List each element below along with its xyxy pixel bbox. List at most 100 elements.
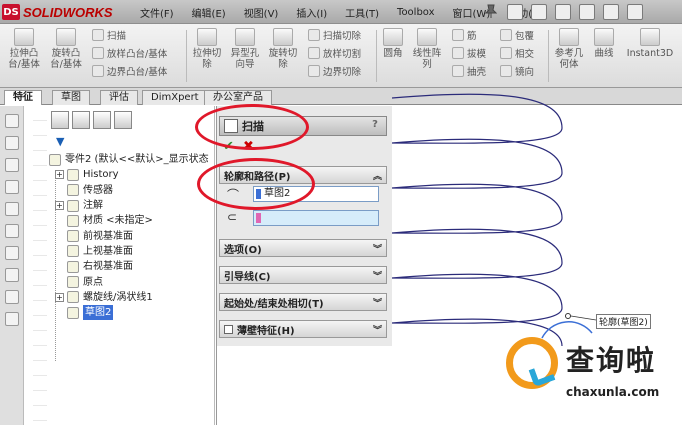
boundary-boss-button[interactable]: 边界凸台/基体 [92, 63, 167, 78]
expand-icon[interactable]: ︾ [373, 323, 382, 336]
menu-view[interactable]: 视图(V) [244, 5, 279, 20]
profile-field[interactable]: 草图2 [253, 186, 379, 202]
section-label: 起始处/结束处相切(T) [224, 298, 324, 310]
hole-wizard-button[interactable]: 异型孔 向导 [228, 28, 262, 70]
expand-icon[interactable]: ︾ [373, 269, 382, 282]
shell-icon [452, 64, 464, 77]
tree-item-top-plane[interactable]: 上视基准面 [67, 244, 209, 259]
solidworks-logo[interactable]: DS SOLIDWORKS [2, 3, 113, 21]
expand-icon[interactable]: ︾ [373, 296, 382, 309]
loft-cut-button[interactable]: 放样切割 [308, 45, 361, 60]
tree-root-part[interactable]: 零件2 (默认<<默认>_显示状态 [49, 152, 209, 167]
tab-evaluate[interactable]: 评估 [100, 90, 138, 105]
draft-icon [452, 46, 464, 59]
path-field[interactable] [253, 210, 379, 226]
expand-icon[interactable]: ︾ [373, 242, 382, 255]
ref-geometry-label: 参考几 何体 [554, 48, 584, 70]
profile-color-swatch [256, 189, 261, 199]
display-manager-tab-icon[interactable] [114, 111, 132, 129]
tree-item-history[interactable]: + History [55, 167, 209, 182]
draft-label: 拔模 [467, 48, 487, 60]
tool-icon[interactable] [4, 136, 19, 150]
collapse-icon[interactable]: ︽ [373, 169, 382, 182]
open-icon[interactable] [531, 4, 547, 20]
shell-button[interactable]: 抽壳 [452, 63, 486, 78]
tree-root-label: 零件2 (默认<<默认>_显示状态 [65, 154, 209, 166]
ref-geometry-button[interactable]: 参考几 何体 [552, 28, 586, 70]
draft-button[interactable]: 拔模 [452, 45, 486, 60]
tree-item-front-plane[interactable]: 前视基准面 [67, 228, 209, 243]
intersect-button[interactable]: 相交 [500, 45, 534, 60]
menu-tools[interactable]: 工具(T) [345, 5, 379, 20]
menu-file[interactable]: 文件(F) [140, 5, 174, 20]
wrap-button[interactable]: 包覆 [500, 27, 534, 42]
tree-item-sketch2[interactable]: 草图2 [67, 305, 209, 321]
sweep-cut-button[interactable]: 扫描切除 [308, 27, 361, 42]
property-manager-tab-icon[interactable] [72, 111, 90, 129]
tree-item-right-plane[interactable]: 右视基准面 [67, 259, 209, 274]
section-thin-feature[interactable]: 薄壁特征(H) ︾ [219, 320, 387, 338]
tool-icon[interactable] [4, 202, 19, 216]
tree-item-label: 上视基准面 [83, 245, 133, 257]
tool-icon[interactable] [4, 114, 19, 128]
tree-item-helix[interactable]: + 螺旋线/涡状线1 [55, 290, 209, 305]
tree-item-label: 右视基准面 [83, 261, 133, 273]
linear-pattern-button[interactable]: 线性阵 列 [410, 28, 444, 70]
rib-button[interactable]: 筋 [452, 27, 477, 42]
loft-boss-button[interactable]: 放样凸台/基体 [92, 45, 167, 60]
redo-icon[interactable] [627, 4, 643, 20]
new-doc-icon[interactable] [507, 4, 523, 20]
ok-icon[interactable]: ✔ [223, 139, 234, 154]
tab-features[interactable]: 特征 [4, 90, 42, 105]
boundary-cut-button[interactable]: 边界切除 [308, 63, 361, 78]
sweep-button[interactable]: 扫描 [92, 27, 126, 42]
tree-item-annotations[interactable]: + 注解 [55, 198, 209, 213]
revolve-cut-button[interactable]: 旋转切 除 [266, 28, 300, 70]
section-tangency[interactable]: 起始处/结束处相切(T) ︾ [219, 293, 387, 311]
undo-icon[interactable] [603, 4, 619, 20]
tree-item-origin[interactable]: 原点 [67, 274, 209, 289]
tab-sketch[interactable]: 草图 [52, 90, 90, 105]
tool-icon[interactable] [4, 290, 19, 304]
extrude-boss-button[interactable]: 拉伸凸 台/基体 [6, 28, 42, 70]
config-manager-tab-icon[interactable] [93, 111, 111, 129]
expand-icon[interactable]: + [55, 201, 64, 211]
tab-office-products[interactable]: 办公室产品 [204, 90, 272, 105]
mirror-button[interactable]: 镜向 [500, 63, 534, 78]
tool-icon[interactable] [4, 180, 19, 194]
menu-toolbox[interactable]: Toolbox [397, 7, 435, 18]
curves-button[interactable]: 曲线 [590, 28, 618, 59]
tab-dimxpert[interactable]: DimXpert [142, 90, 208, 105]
menu-edit[interactable]: 编辑(E) [192, 5, 226, 20]
left-toolbar [0, 106, 24, 425]
tree-item-material[interactable]: 材质 <未指定> [67, 213, 209, 228]
extrude-cut-button[interactable]: 拉伸切 除 [190, 28, 224, 70]
pm-title: 扫描 [242, 120, 264, 133]
help-icon[interactable]: ? [368, 119, 382, 133]
tool-icon[interactable] [4, 268, 19, 282]
fillet-button[interactable]: 圆角 [380, 28, 406, 59]
tool-icon[interactable] [4, 224, 19, 238]
print-icon[interactable] [579, 4, 595, 20]
tool-icon[interactable] [4, 158, 19, 172]
filter-icon[interactable]: ▼ [56, 135, 64, 148]
origin-icon [67, 276, 79, 289]
pin-icon[interactable] [485, 4, 497, 18]
feature-manager-tab-icon[interactable] [51, 111, 69, 129]
extrude-cut-icon [197, 28, 217, 46]
expand-icon[interactable]: + [55, 170, 64, 180]
thin-feature-checkbox[interactable] [224, 324, 233, 334]
cancel-icon[interactable]: ✖ [243, 139, 254, 154]
profile-icon: ⌒ [227, 188, 240, 202]
menu-insert[interactable]: 插入(I) [296, 5, 327, 20]
tool-icon[interactable] [4, 312, 19, 326]
save-icon[interactable] [555, 4, 571, 20]
section-options[interactable]: 选项(O) ︾ [219, 239, 387, 257]
section-profile-path[interactable]: 轮廓和路径(P) ︽ [219, 166, 387, 184]
expand-icon[interactable]: + [55, 292, 64, 302]
tool-icon[interactable] [4, 246, 19, 260]
instant3d-button[interactable]: Instant3D [622, 28, 678, 59]
tree-item-sensors[interactable]: 传感器 [67, 183, 209, 198]
section-guide-curves[interactable]: 引导线(C) ︾ [219, 266, 387, 284]
revolve-boss-button[interactable]: 旋转凸 台/基体 [48, 28, 84, 70]
